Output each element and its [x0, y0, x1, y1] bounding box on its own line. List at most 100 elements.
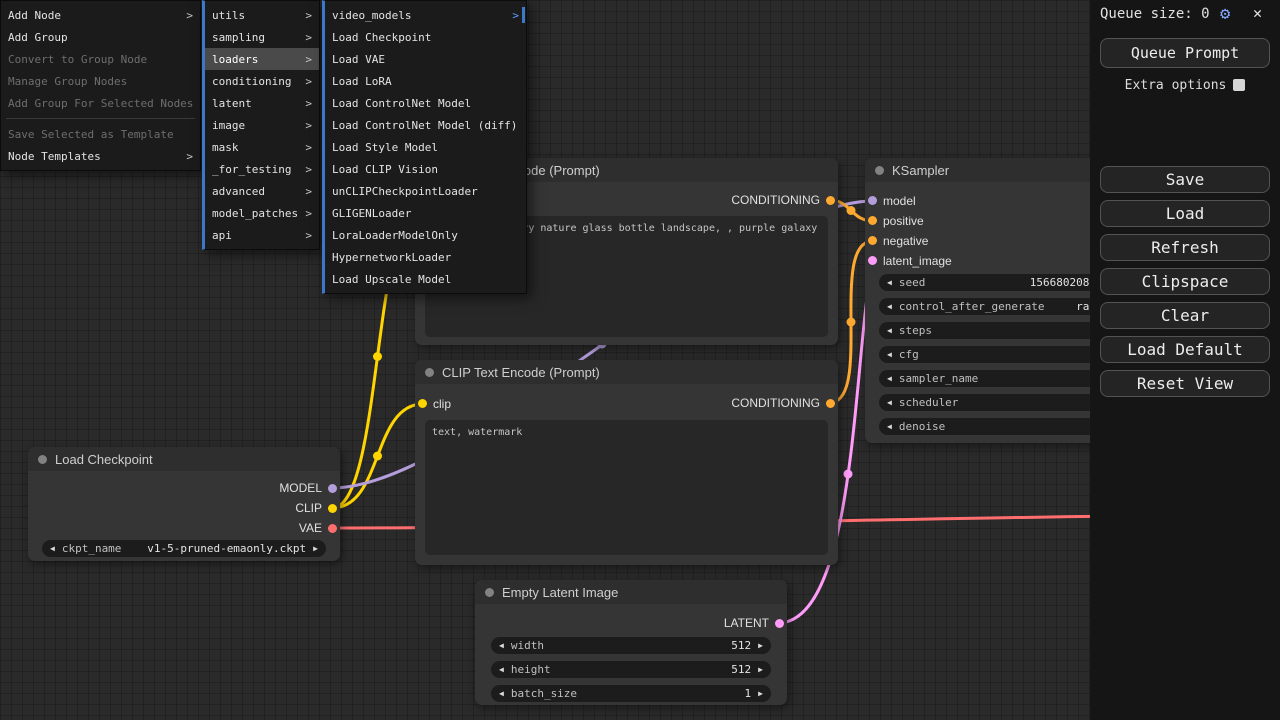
ksampler-node[interactable]: KSampler model positive negative latent_…	[865, 158, 1125, 443]
positive-input-port[interactable]	[868, 216, 877, 225]
menu-item-conditioning[interactable]: conditioning >	[205, 70, 319, 92]
prompt-textarea[interactable]: text, watermark	[425, 420, 828, 555]
queue-prompt-button[interactable]: Queue Prompt	[1100, 38, 1270, 68]
menu-item-latent[interactable]: latent >	[205, 92, 319, 114]
ckpt-name-widget[interactable]: ◀ ckpt_name v1-5-pruned-emaonly.ckpt ▶	[42, 540, 326, 557]
model-output-port[interactable]	[328, 484, 337, 493]
menu-label: Node Templates	[8, 150, 101, 163]
menu-item-loaders[interactable]: loaders >	[205, 48, 319, 70]
next-value-icon[interactable]: ▶	[758, 666, 763, 674]
empty-latent-image-node[interactable]: Empty Latent Image LATENT ◀ width 512 ▶ …	[475, 580, 787, 705]
menu-item-load-checkpoint[interactable]: Load Checkpoint	[325, 26, 526, 48]
save-button[interactable]: Save	[1100, 166, 1270, 193]
prev-value-icon[interactable]: ◀	[499, 690, 504, 698]
next-value-icon[interactable]: ▶	[758, 642, 763, 650]
latent-output-label: LATENT	[724, 616, 769, 630]
menu-item-hypernetwork-loader[interactable]: HypernetworkLoader	[325, 246, 526, 268]
node-title-bar[interactable]: CLIP Text Encode (Prompt)	[415, 360, 838, 384]
menu-item-image[interactable]: image >	[205, 114, 319, 136]
conditioning-output-label: CONDITIONING	[731, 193, 820, 207]
node-collapse-dot[interactable]	[38, 455, 47, 464]
menu-item-save-selected-as-template[interactable]: Save Selected as Template	[1, 123, 200, 145]
menu-item-sampling[interactable]: sampling >	[205, 26, 319, 48]
clip-input-port[interactable]	[418, 399, 427, 408]
close-panel-icon[interactable]: ✕	[1253, 4, 1262, 22]
menu-item-model-patches[interactable]: model_patches >	[205, 202, 319, 224]
menu-item-lora-loader-model-only[interactable]: LoraLoaderModelOnly	[325, 224, 526, 246]
prev-value-icon[interactable]: ◀	[887, 327, 892, 335]
menu-item-load-upscale-model[interactable]: Load Upscale Model	[325, 268, 526, 290]
load-button[interactable]: Load	[1100, 200, 1270, 227]
model-input-port[interactable]	[868, 196, 877, 205]
menu-item-load-style-model[interactable]: Load Style Model	[325, 136, 526, 158]
negative-input-port[interactable]	[868, 236, 877, 245]
prev-value-icon[interactable]: ◀	[887, 351, 892, 359]
sampler-name-widget[interactable]: ◀ sampler_name	[879, 370, 1111, 387]
node-title-bar[interactable]: Load Checkpoint	[28, 447, 340, 471]
prev-value-icon[interactable]: ◀	[887, 423, 892, 431]
menu-item-load-controlnet-model-diff[interactable]: Load ControlNet Model (diff)	[325, 114, 526, 136]
conditioning-output-port[interactable]	[826, 196, 835, 205]
next-value-icon[interactable]: ▶	[758, 690, 763, 698]
menu-item-add-group[interactable]: Add Group	[1, 26, 200, 48]
prev-value-icon[interactable]: ◀	[887, 375, 892, 383]
menu-item-node-templates[interactable]: Node Templates >	[1, 145, 200, 167]
next-value-icon[interactable]: ▶	[313, 545, 318, 553]
menu-item-utils[interactable]: utils >	[205, 4, 319, 26]
prev-value-icon[interactable]: ◀	[887, 279, 892, 287]
menu-item-advanced[interactable]: advanced >	[205, 180, 319, 202]
menu-label: Load ControlNet Model	[332, 97, 471, 110]
clip-input-label: clip	[433, 397, 451, 411]
latent-output-port[interactable]	[775, 619, 784, 628]
latent-image-input-port[interactable]	[868, 256, 877, 265]
refresh-button[interactable]: Refresh	[1100, 234, 1270, 261]
menu-item-add-group-for-selected[interactable]: Add Group For Selected Nodes	[1, 92, 200, 114]
node-title: Load Checkpoint	[55, 452, 153, 467]
reset-view-button[interactable]: Reset View	[1100, 370, 1270, 397]
width-widget[interactable]: ◀ width 512 ▶	[491, 637, 771, 654]
batch-size-widget[interactable]: ◀ batch_size 1 ▶	[491, 685, 771, 702]
clip-output-port[interactable]	[328, 504, 337, 513]
menu-item-load-lora[interactable]: Load LoRA	[325, 70, 526, 92]
vae-output-port[interactable]	[328, 524, 337, 533]
clipspace-button[interactable]: Clipspace	[1100, 268, 1270, 295]
node-collapse-dot[interactable]	[485, 588, 494, 597]
prev-value-icon[interactable]: ◀	[887, 303, 892, 311]
steps-widget[interactable]: ◀ steps	[879, 322, 1111, 339]
menu-item-mask[interactable]: mask >	[205, 136, 319, 158]
menu-item-unclip-checkpoint-loader[interactable]: unCLIPCheckpointLoader	[325, 180, 526, 202]
cfg-widget[interactable]: ◀ cfg	[879, 346, 1111, 363]
menu-item-load-controlnet-model[interactable]: Load ControlNet Model	[325, 92, 526, 114]
node-title-bar[interactable]: KSampler	[865, 158, 1125, 182]
menu-item-load-clip-vision[interactable]: Load CLIP Vision	[325, 158, 526, 180]
node-collapse-dot[interactable]	[425, 368, 434, 377]
extra-options-checkbox[interactable]	[1233, 79, 1245, 91]
menu-item-video-models[interactable]: video_models >	[325, 4, 526, 26]
prev-value-icon[interactable]: ◀	[499, 642, 504, 650]
menu-item-api[interactable]: api >	[205, 224, 319, 246]
scheduler-widget[interactable]: ◀ scheduler	[879, 394, 1111, 411]
load-default-button[interactable]: Load Default	[1100, 336, 1270, 363]
settings-gear-icon[interactable]: ⚙	[1220, 4, 1230, 24]
menu-item-manage-group-nodes[interactable]: Manage Group Nodes	[1, 70, 200, 92]
denoise-widget[interactable]: ◀ denoise	[879, 418, 1111, 435]
clip-text-encode-node-2[interactable]: CLIP Text Encode (Prompt) clip CONDITION…	[415, 360, 838, 565]
menu-item-convert-to-group-node[interactable]: Convert to Group Node	[1, 48, 200, 70]
conditioning-output-port[interactable]	[826, 399, 835, 408]
prev-value-icon[interactable]: ◀	[50, 545, 55, 553]
seed-widget[interactable]: ◀ seed 1566802087	[879, 274, 1111, 291]
menu-label: Load Upscale Model	[332, 273, 451, 286]
control-after-generate-widget[interactable]: ◀ control_after_generate ran	[879, 298, 1111, 315]
menu-item-load-vae[interactable]: Load VAE	[325, 48, 526, 70]
prev-value-icon[interactable]: ◀	[887, 399, 892, 407]
height-widget[interactable]: ◀ height 512 ▶	[491, 661, 771, 678]
menu-item-gligen-loader[interactable]: GLIGENLoader	[325, 202, 526, 224]
menu-label: Convert to Group Node	[8, 53, 147, 66]
load-checkpoint-node[interactable]: Load Checkpoint MODEL CLIP VAE ◀ ckpt_na…	[28, 447, 340, 561]
clear-button[interactable]: Clear	[1100, 302, 1270, 329]
prev-value-icon[interactable]: ◀	[499, 666, 504, 674]
node-collapse-dot[interactable]	[875, 166, 884, 175]
menu-item-for-testing[interactable]: _for_testing >	[205, 158, 319, 180]
menu-item-add-node[interactable]: Add Node >	[1, 4, 200, 26]
node-title-bar[interactable]: Empty Latent Image	[475, 580, 787, 604]
